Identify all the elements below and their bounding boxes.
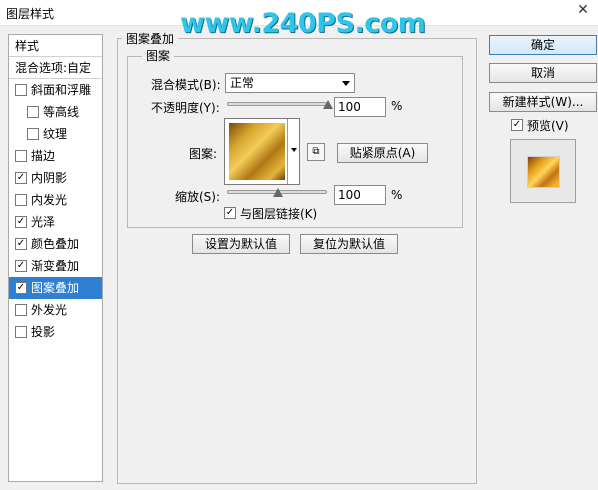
preview-checkbox[interactable]: ✓ 预览(V) — [511, 117, 569, 134]
new-style-button[interactable]: 新建样式(W)... — [489, 92, 597, 112]
preview-thumbnail — [527, 156, 560, 188]
checkbox-icon[interactable]: ✓ — [224, 207, 236, 219]
list-item-label: 斜面和浮雕 — [31, 83, 92, 97]
pattern-subgroup-title: 图案 — [142, 47, 175, 64]
list-item[interactable]: ✓ 内阴影 — [9, 167, 102, 189]
watermark-text: www.240PS.com — [180, 8, 426, 39]
list-item[interactable]: 投影 — [9, 321, 102, 343]
reset-default-button[interactable]: 复位为默认值 — [300, 234, 398, 254]
ok-button[interactable]: 确定 — [489, 35, 597, 55]
opacity-input[interactable]: 100 — [334, 97, 386, 117]
set-default-button[interactable]: 设置为默认值 — [192, 234, 290, 254]
list-item-label: 纹理 — [43, 127, 68, 141]
opacity-unit: % — [391, 99, 403, 113]
scale-slider[interactable] — [227, 188, 327, 197]
checkbox-icon[interactable]: ✓ — [15, 238, 27, 250]
checkbox-icon[interactable] — [27, 128, 39, 140]
scale-unit: % — [391, 188, 403, 202]
link-with-layer-label: 与图层链接(K) — [240, 207, 318, 221]
list-item-label: 渐变叠加 — [31, 259, 80, 273]
pattern-overlay-title: 图案叠加 — [122, 30, 179, 47]
link-with-layer-checkbox[interactable]: ✓ 与图层链接(K) — [224, 205, 317, 222]
pattern-label: 图案: — [189, 147, 218, 161]
list-item-label: 外发光 — [31, 303, 68, 317]
scale-label: 缩放(S): — [175, 190, 221, 204]
list-item-label: 内发光 — [31, 193, 68, 207]
opacity-label: 不透明度(Y): — [151, 101, 220, 115]
styles-header[interactable]: 样式 — [9, 35, 102, 57]
cancel-button[interactable]: 取消 — [489, 63, 597, 83]
list-item[interactable]: 描边 — [9, 145, 102, 167]
opacity-slider-thumb[interactable] — [323, 100, 333, 109]
list-item-label: 颜色叠加 — [31, 237, 80, 251]
styles-list: 样式 混合选项:自定 斜面和浮雕等高线纹理描边 ✓ 内阴影内发光 ✓ 光泽 ✓ 颜色叠加 ✓ 渐… — [8, 34, 103, 482]
list-item[interactable]: 斜面和浮雕 — [9, 79, 102, 101]
checkbox-icon[interactable]: ✓ — [15, 260, 27, 272]
list-item-label: 投影 — [31, 325, 56, 339]
pattern-dropdown-arrow[interactable] — [287, 119, 300, 184]
style-items: 斜面和浮雕等高线纹理描边 ✓ 内阴影内发光 ✓ 光泽 ✓ 颜色叠加 ✓ 渐变叠加 ✓ 图案叠加外发光… — [9, 79, 102, 343]
list-item[interactable]: ✓ 渐变叠加 — [9, 255, 102, 277]
pattern-picker[interactable] — [224, 118, 300, 185]
close-icon[interactable]: ✕ — [576, 3, 590, 17]
checkbox-icon[interactable]: ✓ — [15, 282, 27, 294]
style-preview — [510, 139, 576, 203]
gold-pattern-swatch — [229, 123, 285, 180]
list-item[interactable]: 等高线 — [9, 101, 102, 123]
list-item[interactable]: 内发光 — [9, 189, 102, 211]
checkbox-icon[interactable] — [15, 326, 27, 338]
list-item-label: 图案叠加 — [31, 281, 80, 295]
checkbox-icon[interactable] — [15, 150, 27, 162]
scale-input[interactable]: 100 — [334, 185, 386, 205]
snap-to-origin-button[interactable]: 贴紧原点(A) — [337, 143, 428, 163]
opacity-slider[interactable] — [227, 100, 333, 109]
blend-mode-select[interactable]: 正常 — [225, 73, 355, 93]
checkbox-icon[interactable]: ✓ — [15, 216, 27, 228]
window-title: 图层样式 — [6, 7, 55, 21]
list-item[interactable]: ✓ 光泽 — [9, 211, 102, 233]
list-item[interactable]: 纹理 — [9, 123, 102, 145]
list-item-label: 等高线 — [43, 105, 80, 119]
new-preset-icon[interactable]: ⧉ — [307, 143, 325, 161]
list-item-label: 光泽 — [31, 215, 56, 229]
checkbox-icon[interactable]: ✓ — [15, 172, 27, 184]
list-item-label: 内阴影 — [31, 171, 68, 185]
blend-mode-label: 混合模式(B): — [151, 78, 221, 92]
list-item[interactable]: 外发光 — [9, 299, 102, 321]
checkbox-icon[interactable] — [15, 84, 27, 96]
checkbox-icon[interactable] — [27, 106, 39, 118]
list-item[interactable]: ✓ 图案叠加 — [9, 277, 102, 299]
blend-mode-value: 正常 — [230, 76, 255, 90]
scale-slider-thumb[interactable] — [273, 188, 283, 197]
checkbox-icon[interactable] — [15, 304, 27, 316]
chevron-down-icon — [342, 81, 350, 86]
checkbox-icon[interactable]: ✓ — [511, 119, 523, 131]
list-item-label: 描边 — [31, 149, 56, 163]
blend-options-item[interactable]: 混合选项:自定 — [9, 57, 102, 79]
checkbox-icon[interactable] — [15, 194, 27, 206]
list-item[interactable]: ✓ 颜色叠加 — [9, 233, 102, 255]
